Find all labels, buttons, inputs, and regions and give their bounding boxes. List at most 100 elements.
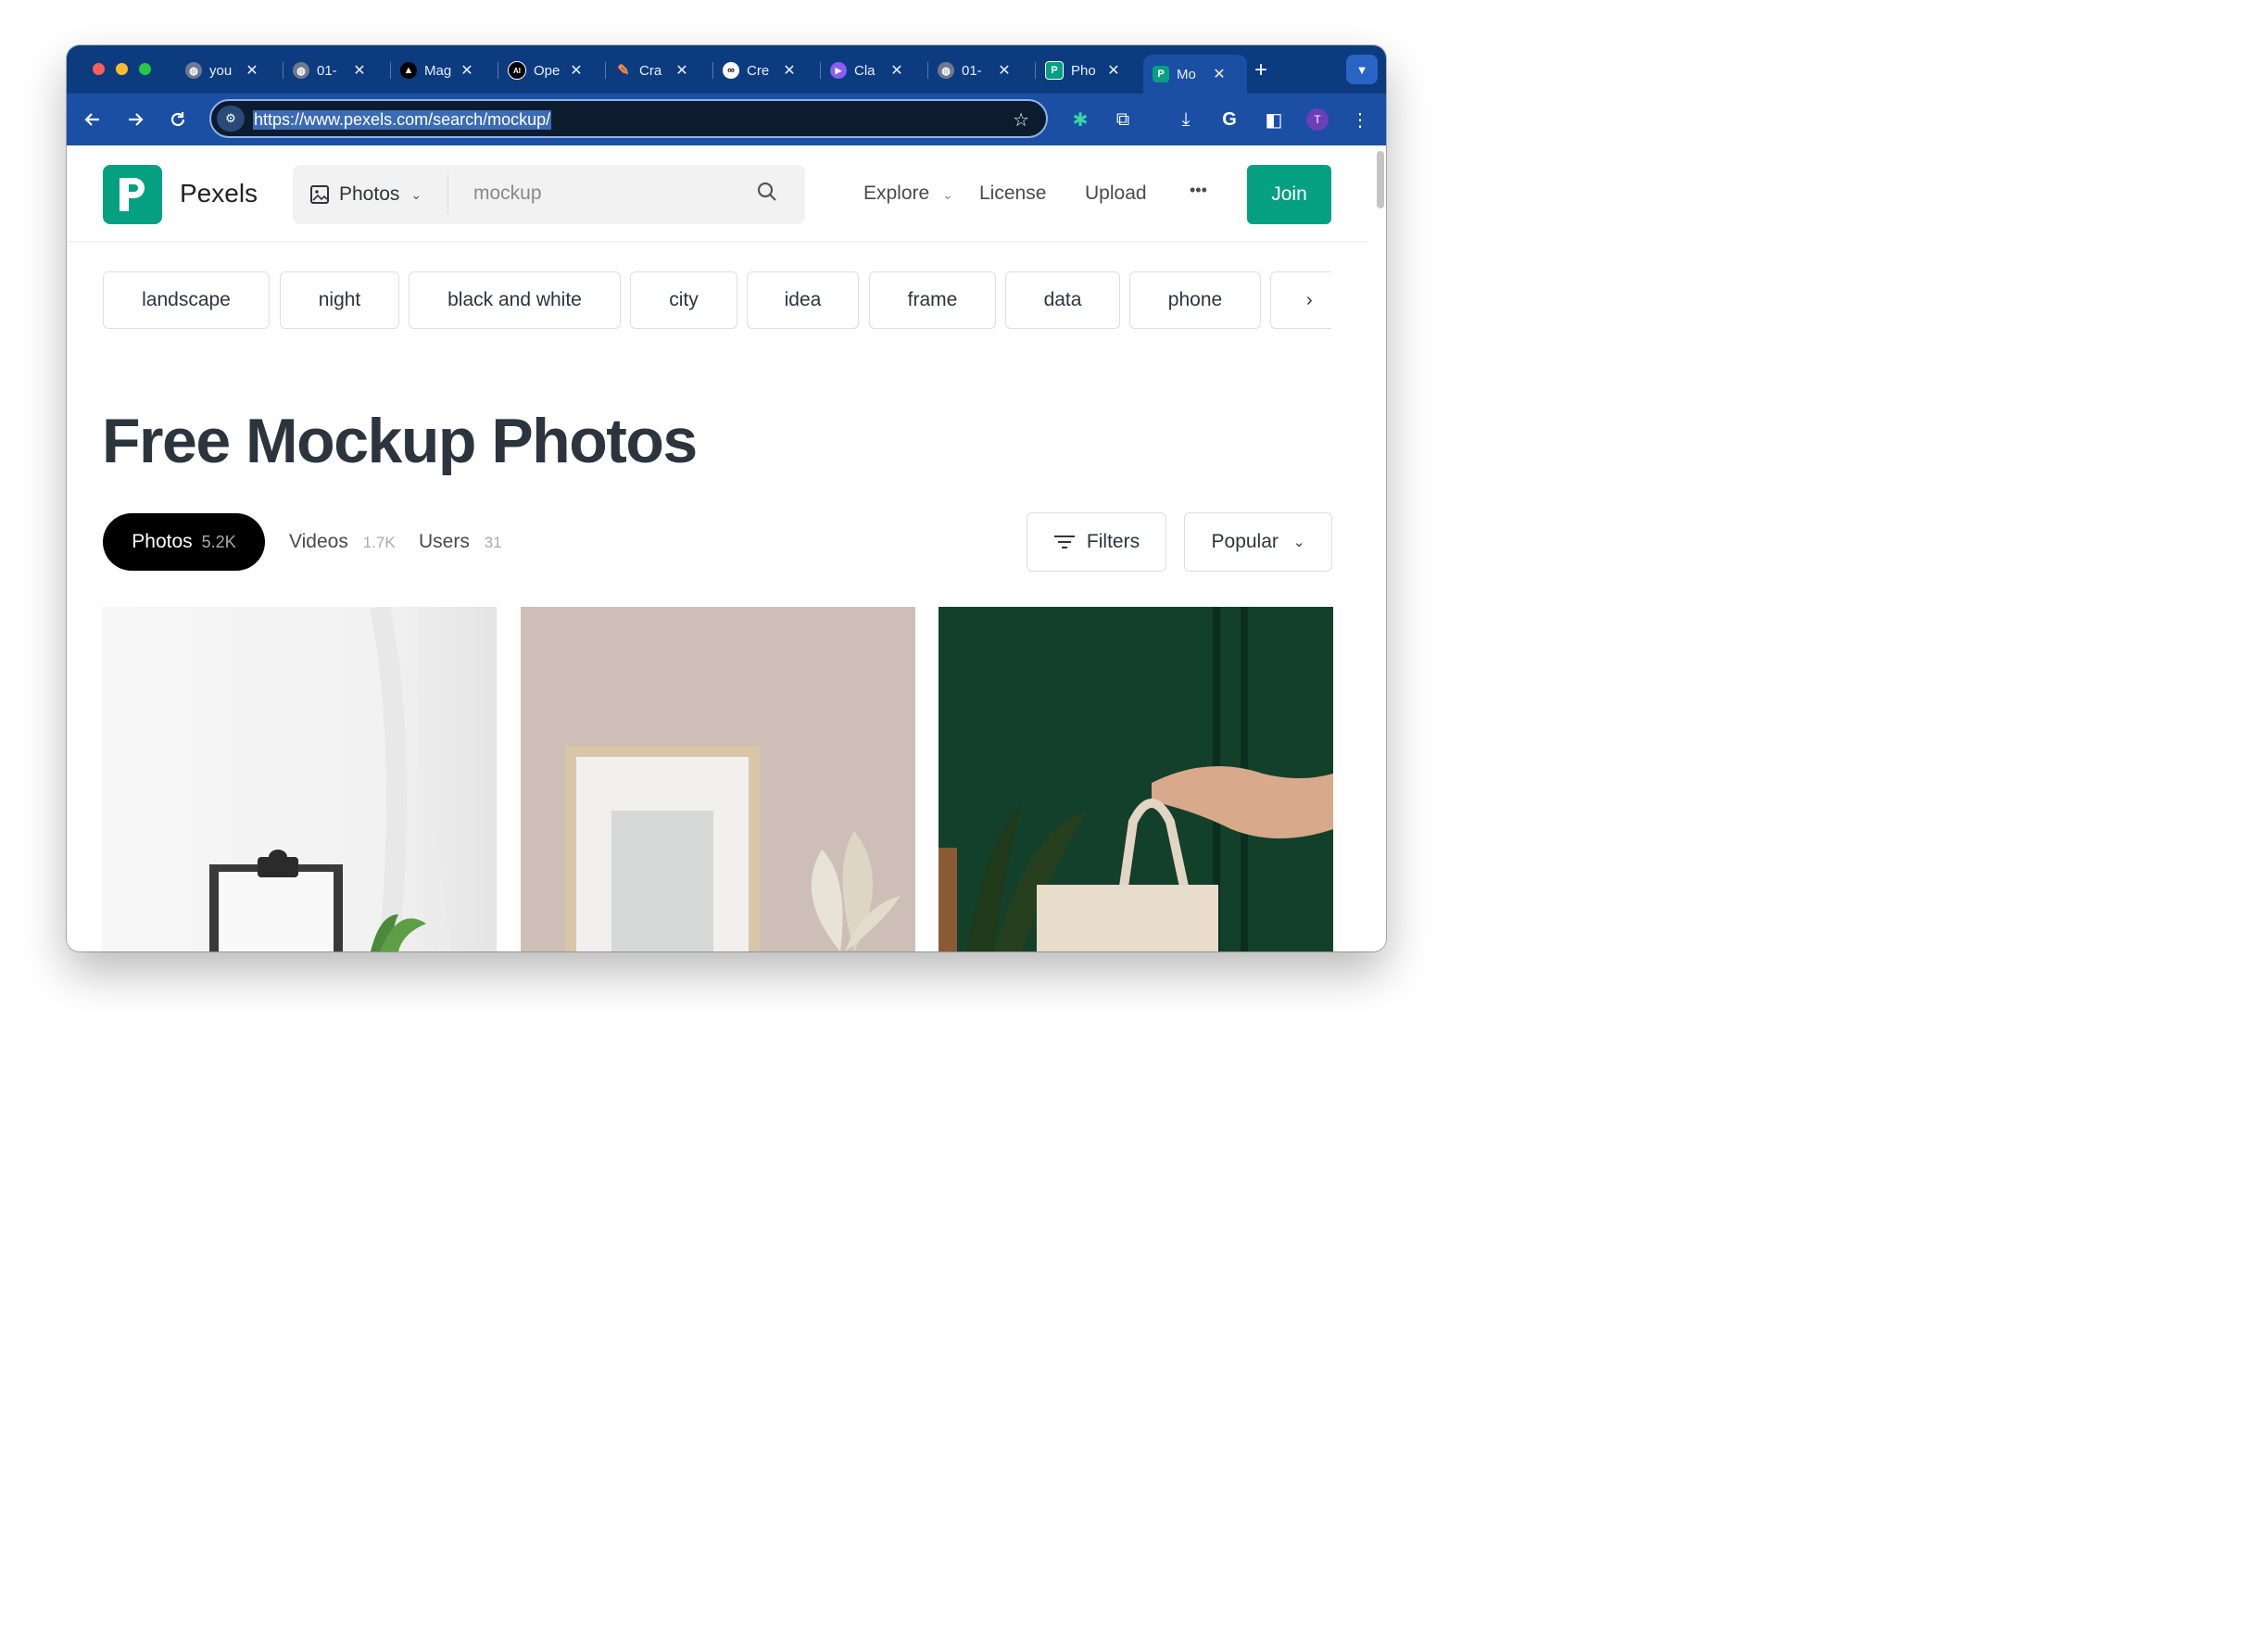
extension-icon[interactable]: ✱ xyxy=(1067,107,1093,132)
tag-chip[interactable]: city xyxy=(630,271,737,329)
new-tab-button[interactable]: + xyxy=(1254,57,1267,83)
page-title: Free Mockup Photos xyxy=(102,406,698,476)
globe-icon: ◍ xyxy=(293,62,309,79)
browser-window: ◍ you ✕ ◍ 01- ✕ ▲ Mag ✕ AI Ope ✕ ✎ Cra ✕ xyxy=(67,45,1386,951)
join-button[interactable]: Join xyxy=(1247,165,1331,224)
chevron-right-icon: › xyxy=(1306,289,1313,310)
nav-explore[interactable]: Explore ⌄ xyxy=(863,183,953,205)
search-type-dropdown[interactable]: Photos ⌄ xyxy=(309,183,422,206)
browser-tab[interactable]: AI Ope ✕ xyxy=(498,55,606,86)
tab-users-count: 31 xyxy=(484,534,502,551)
pexels-logo-icon: P xyxy=(1153,66,1169,82)
browser-tab[interactable]: ◍ 01- ✕ xyxy=(284,55,391,86)
tag-chip[interactable]: data xyxy=(1005,271,1120,329)
pexels-p-icon xyxy=(120,178,145,211)
chips-next-button[interactable]: › xyxy=(1270,271,1331,329)
search-icon[interactable] xyxy=(756,181,778,209)
site-header: Pexels Photos ⌄ Explore xyxy=(67,145,1368,242)
close-tab-icon[interactable]: ✕ xyxy=(245,61,259,80)
triangle-logo-icon: ▲ xyxy=(400,62,417,79)
minimize-window-button[interactable] xyxy=(116,63,128,75)
clipboard-mockup-photo xyxy=(102,607,497,951)
pexels-logo[interactable] xyxy=(103,165,162,224)
back-button[interactable] xyxy=(80,107,106,132)
photo-card[interactable] xyxy=(521,607,915,951)
browser-tab[interactable]: P Pho ✕ xyxy=(1036,55,1142,86)
tag-chip[interactable]: landscape xyxy=(103,271,270,329)
tab-title: 01- xyxy=(317,62,337,79)
download-icon[interactable]: ⤓ xyxy=(1173,107,1199,132)
tab-title: you xyxy=(209,62,233,79)
tab-videos[interactable]: Videos 1.7K xyxy=(289,531,396,553)
tag-chip[interactable]: night xyxy=(280,271,399,329)
browser-tab[interactable]: ∞ Cre ✕ xyxy=(713,55,821,86)
side-panel-icon[interactable]: ◧ xyxy=(1261,107,1287,132)
nav-license[interactable]: License xyxy=(979,183,1046,205)
filter-icon xyxy=(1053,535,1075,548)
globe-icon: ◍ xyxy=(185,62,202,79)
search-type-label: Photos xyxy=(339,183,400,205)
photo-card[interactable] xyxy=(102,607,497,951)
browser-tab[interactable]: ◍ 01- ✕ xyxy=(928,55,1036,86)
frame-mockup-photo xyxy=(521,607,915,951)
bookmark-star-icon[interactable]: ☆ xyxy=(1013,108,1029,132)
browser-tab[interactable]: ▲ Mag ✕ xyxy=(391,55,498,86)
close-tab-icon[interactable]: ✕ xyxy=(674,61,689,80)
profile-avatar[interactable]: T xyxy=(1306,108,1329,131)
filters-label: Filters xyxy=(1086,531,1140,552)
chevron-down-icon: ⌄ xyxy=(942,187,953,202)
google-icon[interactable]: G xyxy=(1216,107,1242,132)
search-divider xyxy=(447,174,448,215)
tab-photos[interactable]: Photos 5.2K xyxy=(103,513,265,571)
forward-button[interactable] xyxy=(122,107,148,132)
tag-chip[interactable]: idea xyxy=(747,271,859,329)
browser-toolbar: ⚙ https://www.pexels.com/search/mockup/ … xyxy=(67,94,1386,145)
close-tab-icon[interactable]: ✕ xyxy=(782,61,797,80)
close-tab-icon[interactable]: ✕ xyxy=(1212,65,1227,83)
menu-kebab-icon[interactable]: ⋮ xyxy=(1347,107,1373,132)
arrow-right-icon xyxy=(129,113,144,126)
reload-button[interactable] xyxy=(165,107,191,132)
tag-chip[interactable]: frame xyxy=(869,271,996,329)
close-tab-icon[interactable]: ✕ xyxy=(460,61,474,80)
photo-card[interactable] xyxy=(939,607,1333,951)
browser-tab[interactable]: ▶ Cla ✕ xyxy=(821,55,928,86)
tab-videos-count: 1.7K xyxy=(362,534,396,551)
close-window-button[interactable] xyxy=(93,63,105,75)
brand-name[interactable]: Pexels xyxy=(180,179,258,208)
browser-tab[interactable]: ✎ Cra ✕ xyxy=(606,55,713,86)
close-tab-icon[interactable]: ✕ xyxy=(997,61,1012,80)
infinity-logo-icon: ∞ xyxy=(723,62,739,79)
tab-search-button[interactable]: ▼ xyxy=(1346,55,1378,84)
search-input[interactable] xyxy=(472,182,735,206)
tab-title: Cla xyxy=(854,62,876,79)
tab-users[interactable]: Users 31 xyxy=(419,531,502,553)
tag-chip[interactable]: black and white xyxy=(409,271,621,329)
tag-chip[interactable]: phone xyxy=(1129,271,1261,329)
tab-title: 01- xyxy=(962,62,982,79)
arrow-left-icon xyxy=(84,113,99,126)
url-text[interactable]: https://www.pexels.com/search/mockup/ xyxy=(253,110,552,130)
browser-tab[interactable]: ◍ you ✕ xyxy=(176,55,284,86)
site-settings-icon[interactable]: ⚙ xyxy=(217,106,245,132)
tab-photos-label: Photos xyxy=(132,531,193,552)
close-tab-icon[interactable]: ✕ xyxy=(352,61,367,80)
search-bar: Photos ⌄ xyxy=(293,165,805,224)
nav-upload[interactable]: Upload xyxy=(1085,183,1147,205)
ai-logo-icon: AI xyxy=(508,61,526,80)
reload-icon xyxy=(170,112,185,127)
image-icon xyxy=(310,185,329,204)
sort-dropdown[interactable]: Popular ⌄ xyxy=(1184,512,1332,572)
close-tab-icon[interactable]: ✕ xyxy=(1106,61,1121,80)
page-scrollbar[interactable] xyxy=(1377,151,1384,208)
more-options-icon[interactable]: ••• xyxy=(1190,181,1207,200)
close-tab-icon[interactable]: ✕ xyxy=(889,61,904,80)
sort-label: Popular xyxy=(1211,531,1279,552)
close-tab-icon[interactable]: ✕ xyxy=(569,61,584,80)
address-bar[interactable]: ⚙ https://www.pexels.com/search/mockup/ … xyxy=(209,99,1048,138)
filters-button[interactable]: Filters xyxy=(1027,512,1166,572)
tab-users-label: Users xyxy=(419,531,470,552)
browser-tab-active[interactable]: P Mo ✕ xyxy=(1143,55,1247,94)
zoom-window-button[interactable] xyxy=(139,63,151,75)
puzzle-extensions-icon[interactable]: ⧉ xyxy=(1110,107,1136,132)
